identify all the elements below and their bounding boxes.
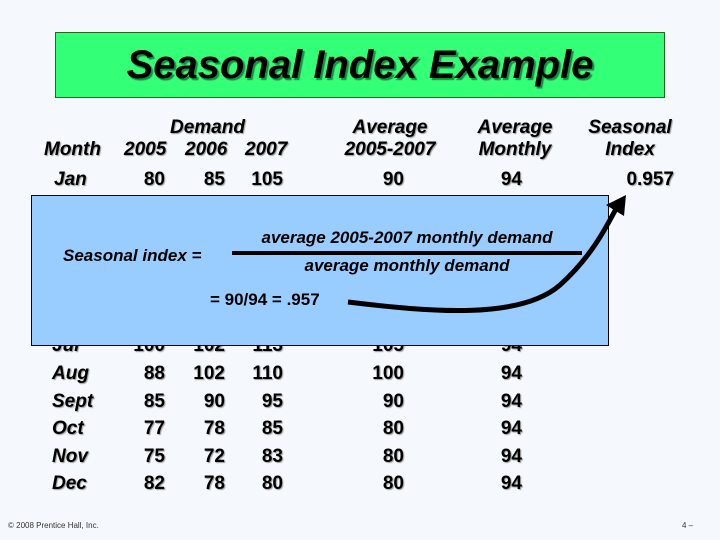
curved-arrow-icon bbox=[347, 195, 626, 314]
page-number: 4 – bbox=[682, 521, 694, 530]
copyright-footer: © 2008 Prentice Hall, Inc. bbox=[8, 521, 99, 530]
